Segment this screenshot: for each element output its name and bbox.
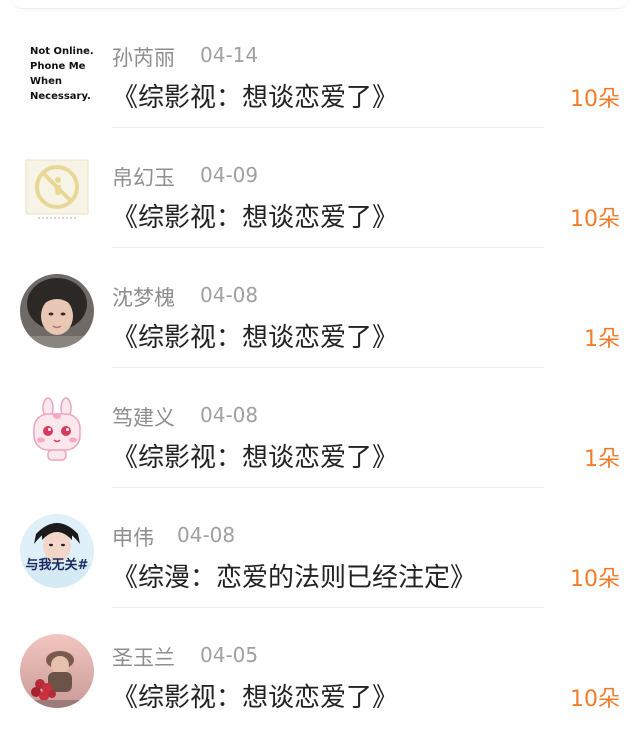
post-date: 04-08 (200, 283, 259, 307)
list-item[interactable]: 帛幻玉 04-09 《综影视：想谈恋爱了》 10朵 (0, 128, 640, 248)
post-date: 04-08 (177, 523, 236, 547)
list-item[interactable]: Not Online. Phone Me When Necessary. 孙芮丽… (0, 8, 640, 128)
user-photo-icon (20, 274, 94, 348)
author-name[interactable]: 孙芮丽 (112, 42, 175, 72)
bunny-icon (20, 394, 94, 468)
flower-count: 10朵 (570, 207, 620, 232)
post-title[interactable]: 《综影视：想谈恋爱了》 (112, 197, 398, 234)
avatar[interactable]: Not Online. Phone Me When Necessary. (20, 34, 94, 108)
post-date: 04-08 (200, 403, 259, 427)
no-entry-sign-icon (20, 154, 94, 228)
avatar[interactable] (20, 394, 94, 468)
avatar-text-line: Not Online. (30, 46, 94, 57)
avatar-text-line: When (30, 76, 63, 87)
post-date: 04-09 (200, 163, 259, 187)
avatar[interactable]: 与我无关# (20, 514, 94, 588)
author-name[interactable]: 帛幻玉 (112, 162, 175, 192)
list-item[interactable]: 笃建义 04-08 《综影视：想谈恋爱了》 1朵 (0, 368, 640, 488)
flower-count: 1朵 (584, 447, 620, 472)
post-title[interactable]: 《综影视：想谈恋爱了》 (112, 317, 398, 354)
flower-count: 1朵 (584, 327, 620, 352)
author-name[interactable]: 申伟 (112, 522, 154, 552)
avatar-text-line: Phone Me (30, 61, 86, 72)
post-list: Not Online. Phone Me When Necessary. 孙芮丽… (0, 0, 640, 752)
flower-count: 10朵 (570, 567, 620, 592)
user-photo-icon (20, 514, 94, 588)
post-date: 04-05 (200, 643, 259, 667)
post-title[interactable]: 《综影视：想谈恋爱了》 (112, 77, 398, 114)
screen: Not Online. Phone Me When Necessary. 孙芮丽… (0, 0, 640, 752)
list-item[interactable]: 与我无关# 申伟 04-08 《综漫：恋爱的法则已经注定》 10朵 (0, 488, 640, 608)
avatar-text-line: Necessary. (30, 91, 91, 102)
author-name[interactable]: 圣玉兰 (112, 642, 175, 672)
avatar[interactable] (20, 154, 94, 228)
list-item[interactable]: 沈梦槐 04-08 《综影视：想谈恋爱了》 1朵 (0, 248, 640, 368)
list-item[interactable]: 圣玉兰 04-05 《综影视：想谈恋爱了》 10朵 (0, 608, 640, 728)
avatar[interactable] (20, 274, 94, 348)
author-name[interactable]: 笃建义 (112, 402, 175, 432)
post-title[interactable]: 《综影视：想谈恋爱了》 (112, 437, 398, 474)
avatar[interactable] (20, 634, 94, 708)
flower-count: 10朵 (570, 87, 620, 112)
avatar-text: Not Online. Phone Me When Necessary. (30, 44, 94, 104)
post-date: 04-14 (200, 43, 259, 67)
post-title[interactable]: 《综影视：想谈恋爱了》 (112, 677, 398, 714)
user-photo-icon (20, 634, 94, 708)
author-name[interactable]: 沈梦槐 (112, 282, 175, 312)
avatar-caption: 与我无关# (25, 558, 89, 573)
flower-count: 10朵 (570, 687, 620, 712)
post-title[interactable]: 《综漫：恋爱的法则已经注定》 (112, 557, 476, 594)
